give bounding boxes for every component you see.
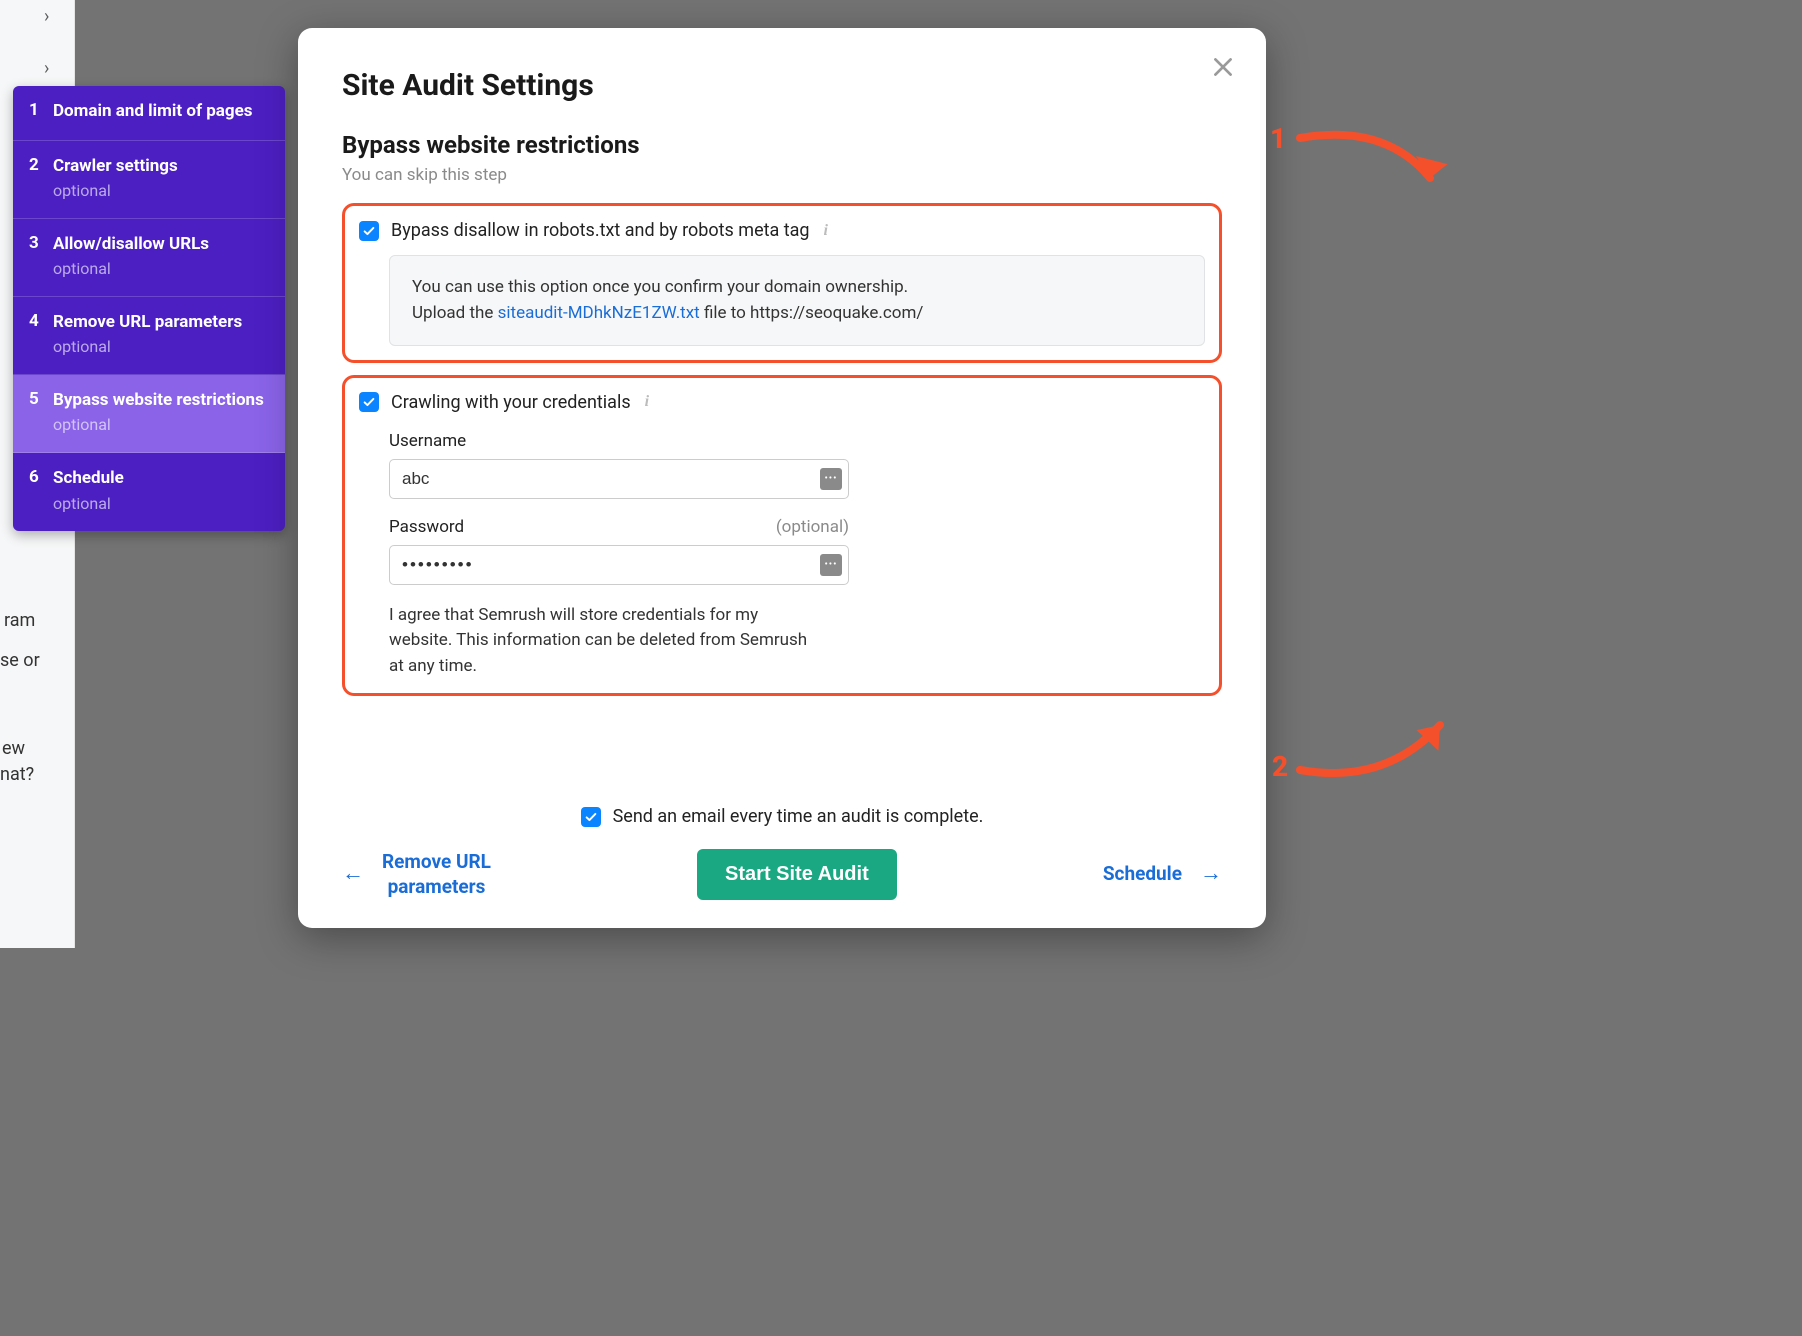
info-icon[interactable]: i — [645, 393, 649, 411]
chevron-right-icon[interactable]: › — [44, 58, 49, 79]
password-input[interactable] — [402, 555, 820, 575]
step-label: Domain and limit of pages — [53, 100, 269, 122]
check-icon — [584, 810, 598, 824]
step-label: Crawler settings — [53, 155, 269, 177]
check-icon — [362, 224, 376, 238]
callout-number-2: 2 — [1272, 750, 1288, 783]
bypass-robots-checkbox[interactable] — [359, 221, 379, 241]
prev-step-label: Remove URL parameters — [382, 850, 491, 899]
bg-text: ew — [2, 736, 25, 761]
bg-text: nat? — [0, 762, 34, 787]
step-number: 2 — [29, 155, 53, 200]
step-number: 4 — [29, 311, 53, 356]
username-input[interactable] — [402, 469, 820, 489]
step-number: 6 — [29, 467, 53, 512]
credentials-label: Crawling with your credentials — [391, 392, 631, 413]
username-label: Username — [389, 431, 466, 451]
arrow-left-icon: ← — [342, 860, 364, 889]
bypass-robots-label: Bypass disallow in robots.txt and by rob… — [391, 220, 810, 241]
siteaudit-file-link[interactable]: siteaudit-MDhkNzE1ZW.txt — [498, 303, 700, 323]
check-icon — [362, 395, 376, 409]
password-manager-icon[interactable]: ••• — [820, 468, 842, 490]
bg-text: ram — [4, 608, 35, 633]
step-label: Bypass website restrictions — [53, 389, 269, 411]
sidebar-item-domain-limit[interactable]: 1 Domain and limit of pages — [13, 86, 285, 141]
credentials-section: Crawling with your credentials i Usernam… — [342, 375, 1222, 697]
step-optional: optional — [53, 259, 269, 278]
modal-title: Site Audit Settings — [342, 68, 1222, 103]
bg-text: se or — [0, 648, 40, 673]
email-notify-label: Send an email every time an audit is com… — [613, 806, 984, 827]
modal-footer: Send an email every time an audit is com… — [342, 806, 1222, 900]
info-line: You can use this option once you confirm… — [412, 274, 1182, 300]
bypass-robots-section: Bypass disallow in robots.txt and by rob… — [342, 203, 1222, 363]
close-icon — [1210, 54, 1236, 80]
step-label: Schedule — [53, 467, 269, 489]
sidebar-item-crawler-settings[interactable]: 2 Crawler settings optional — [13, 141, 285, 219]
next-step-link[interactable]: Schedule → — [1103, 860, 1222, 889]
step-optional: optional — [53, 337, 269, 356]
settings-modal: Site Audit Settings Bypass website restr… — [298, 28, 1266, 928]
callout-arrow-2 — [1290, 700, 1470, 790]
step-number: 5 — [29, 389, 53, 434]
info-icon[interactable]: i — [824, 222, 828, 240]
step-label: Remove URL parameters — [53, 311, 269, 333]
sidebar-item-schedule[interactable]: 6 Schedule optional — [13, 453, 285, 530]
sidebar-item-allow-disallow[interactable]: 3 Allow/disallow URLs optional — [13, 219, 285, 297]
section-title: Bypass website restrictions — [342, 131, 1222, 159]
next-step-label: Schedule — [1103, 862, 1182, 887]
arrow-right-icon: → — [1200, 860, 1222, 889]
prev-step-link[interactable]: ← Remove URL parameters — [342, 850, 491, 899]
password-label: Password — [389, 517, 464, 537]
password-optional: (optional) — [776, 517, 849, 537]
sidebar-item-remove-url-params[interactable]: 4 Remove URL parameters optional — [13, 297, 285, 375]
password-input-wrap: ••• — [389, 545, 849, 585]
email-notify-checkbox[interactable] — [581, 807, 601, 827]
section-subtitle: You can skip this step — [342, 165, 1222, 185]
callout-arrow-1 — [1290, 118, 1460, 208]
credentials-agreement: I agree that Semrush will store credenti… — [389, 603, 809, 680]
sidebar-item-bypass-restrictions[interactable]: 5 Bypass website restrictions optional — [13, 375, 285, 453]
username-input-wrap: ••• — [389, 459, 849, 499]
credentials-checkbox[interactable] — [359, 392, 379, 412]
step-optional: optional — [53, 415, 269, 434]
wizard-steps: 1 Domain and limit of pages 2 Crawler se… — [13, 86, 285, 531]
step-optional: optional — [53, 494, 269, 513]
info-line: Upload the siteaudit-MDhkNzE1ZW.txt file… — [412, 300, 1182, 326]
chevron-right-icon[interactable]: › — [44, 6, 49, 27]
password-manager-icon[interactable]: ••• — [820, 554, 842, 576]
step-optional: optional — [53, 181, 269, 200]
step-number: 1 — [29, 100, 53, 122]
callout-number-1: 1 — [1270, 122, 1286, 155]
step-label: Allow/disallow URLs — [53, 233, 269, 255]
close-button[interactable] — [1210, 54, 1240, 84]
start-site-audit-button[interactable]: Start Site Audit — [697, 849, 897, 900]
step-number: 3 — [29, 233, 53, 278]
ownership-info-panel: You can use this option once you confirm… — [389, 255, 1205, 346]
